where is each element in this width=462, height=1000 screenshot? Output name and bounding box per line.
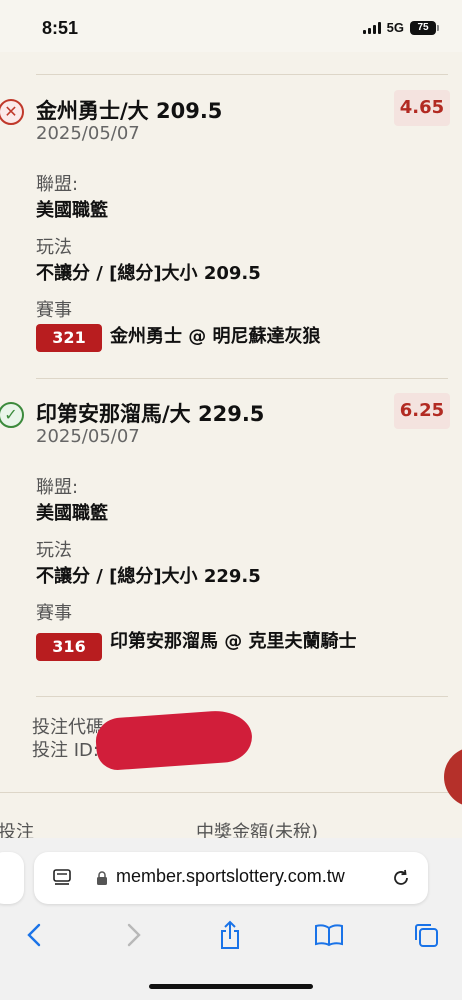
forward-button[interactable] [117, 918, 151, 952]
event-name: 印第安那溜馬 @ 克里夫蘭騎士 [110, 631, 357, 652]
divider [0, 792, 462, 793]
bet-title: 印第安那溜馬/大 229.5 [36, 402, 265, 426]
bookmarks-icon [315, 924, 343, 947]
bookmarks-button[interactable] [312, 918, 346, 952]
play-value: 不讓分 / [總分]大小 229.5 [36, 566, 261, 587]
divider [36, 74, 448, 75]
status-bar: 8:51 5G 75 [0, 0, 462, 52]
tabs-button[interactable] [409, 918, 443, 952]
event-label: 賽事 [36, 603, 72, 624]
home-indicator[interactable] [149, 984, 313, 989]
back-button[interactable] [17, 918, 51, 952]
play-label: 玩法 [36, 237, 72, 258]
lock-icon [97, 871, 107, 885]
league-value: 美國職籃 [36, 200, 108, 221]
event-name: 金州勇士 @ 明尼蘇達灰狼 [110, 326, 321, 347]
status-time: 8:51 [42, 18, 79, 38]
bet-details-page: ✕ 金州勇士/大 209.5 2025/05/07 4.65 聯盟: 美國職籃 … [0, 52, 462, 847]
signal-icon [362, 21, 381, 34]
reader-mode-icon[interactable] [52, 868, 72, 888]
play-label: 玩法 [36, 540, 72, 561]
won-icon: ✓ [0, 402, 24, 428]
event-code-badge: 316 [36, 633, 102, 661]
bet-date: 2025/05/07 [36, 123, 140, 144]
status-indicators: 5G 75 [362, 20, 439, 35]
event-label: 賽事 [36, 300, 72, 321]
bet-title: 金州勇士/大 209.5 [36, 99, 223, 123]
league-label: 聯盟: [36, 477, 79, 498]
network-label: 5G [386, 20, 404, 35]
back-icon [27, 923, 41, 947]
browser-toolbar: member.sportslottery.com.tw [0, 838, 462, 1000]
divider [36, 378, 448, 379]
league-label: 聯盟: [36, 174, 79, 195]
battery-icon: 75 [410, 20, 439, 35]
previous-tab-pill[interactable] [0, 852, 24, 904]
bet-date: 2025/05/07 [36, 426, 140, 447]
reload-icon[interactable] [390, 867, 412, 889]
share-icon [221, 920, 239, 949]
tabs-icon [415, 924, 438, 947]
browser-nav-toolbar [0, 918, 462, 952]
event-code-badge: 321 [36, 324, 102, 352]
address-bar[interactable]: member.sportslottery.com.tw [34, 852, 428, 904]
odds-badge: 4.65 [394, 90, 450, 126]
event-row[interactable]: 321 金州勇士 @ 明尼蘇達灰狼 [36, 324, 400, 352]
divider [36, 696, 448, 697]
forward-icon [127, 923, 141, 947]
league-value: 美國職籃 [36, 503, 108, 524]
floating-action-button[interactable] [444, 747, 462, 807]
redaction-mark [94, 708, 254, 772]
share-button[interactable] [213, 918, 247, 952]
url-text: member.sportslottery.com.tw [116, 866, 345, 886]
odds-badge: 6.25 [394, 393, 450, 429]
event-row[interactable]: 316 印第安那溜馬 @ 克里夫蘭騎士 [36, 629, 400, 661]
play-value: 不讓分 / [總分]大小 209.5 [36, 263, 261, 284]
lost-icon: ✕ [0, 99, 24, 125]
